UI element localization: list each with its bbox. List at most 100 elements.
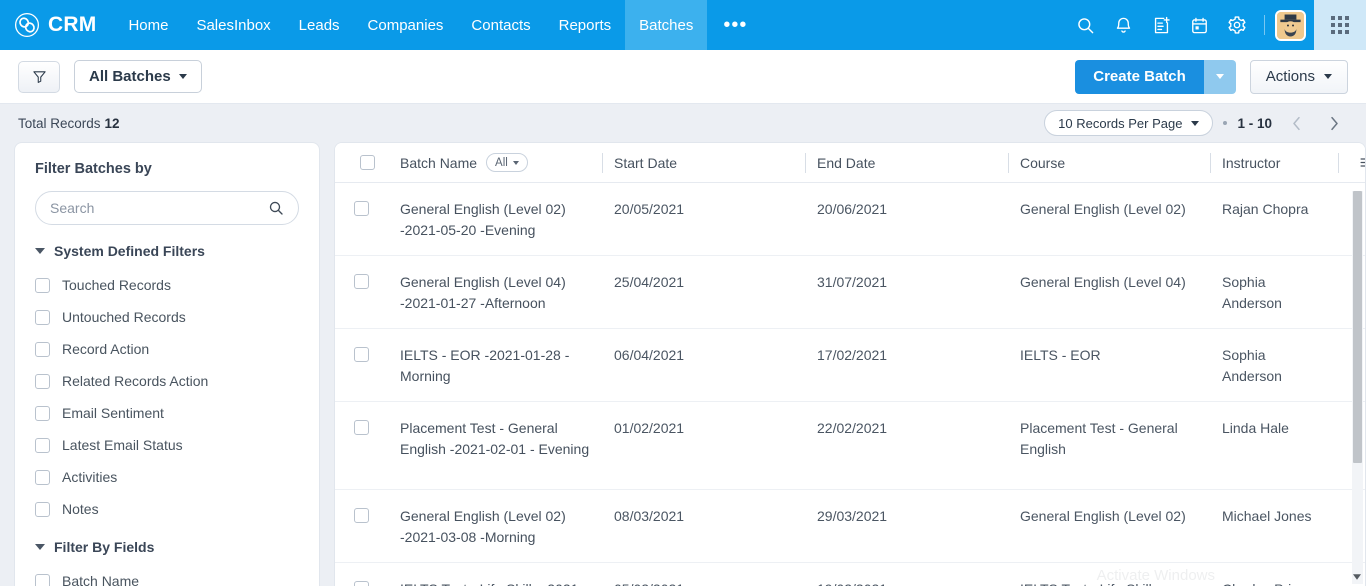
row-checkbox-cell[interactable]: [335, 490, 388, 562]
cell-course: IELTS Test - Life Skills: [1008, 563, 1210, 586]
sidebar-search[interactable]: [35, 191, 299, 225]
column-header-instructor[interactable]: Instructor: [1210, 143, 1338, 183]
row-checkbox-cell[interactable]: [335, 256, 388, 328]
cell-course: IELTS - EOR: [1020, 347, 1101, 363]
cell-batch-name[interactable]: General English (Level 02) -2021-03-08 -…: [388, 490, 602, 562]
nav-item-home[interactable]: Home: [114, 0, 182, 50]
nav-item-contacts[interactable]: Contacts: [457, 0, 544, 50]
checkbox[interactable]: [354, 420, 369, 435]
filter-latest-email-status[interactable]: Latest Email Status: [35, 429, 299, 461]
checkbox[interactable]: [354, 347, 369, 362]
column-label: Batch Name: [400, 154, 478, 171]
filter-notes[interactable]: Notes: [35, 493, 299, 525]
cell-start-date: 25/04/2021: [614, 274, 685, 290]
chevron-down-icon: [512, 160, 519, 165]
column-header-batch-name[interactable]: Batch Name All: [388, 143, 602, 183]
filter-email-sentiment[interactable]: Email Sentiment: [35, 397, 299, 429]
column-label: Instructor: [1222, 154, 1281, 171]
apps-grid-icon[interactable]: [1314, 0, 1366, 50]
checkbox[interactable]: [354, 581, 369, 586]
search-input[interactable]: [50, 200, 268, 216]
nav-item-companies[interactable]: Companies: [354, 0, 458, 50]
row-checkbox-cell[interactable]: [335, 402, 388, 489]
sliders-icon[interactable]: [1338, 143, 1365, 183]
group-system-defined-filters[interactable]: System Defined Filters: [35, 243, 299, 259]
filter-label: Untouched Records: [62, 309, 186, 325]
gear-icon[interactable]: [1218, 0, 1256, 50]
next-page-button[interactable]: [1320, 109, 1348, 137]
table-row[interactable]: Placement Test - General English -2021-0…: [335, 402, 1365, 490]
filter-label: Activities: [62, 469, 118, 485]
cell-instructor: Charles Prince: [1210, 563, 1338, 586]
column-header-start-date[interactable]: Start Date: [602, 143, 805, 183]
row-checkbox-cell[interactable]: [335, 183, 388, 255]
nav-more-button[interactable]: •••: [707, 0, 763, 50]
select-all-checkbox-cell[interactable]: [335, 143, 388, 183]
checkbox[interactable]: [35, 469, 50, 485]
checkbox[interactable]: [35, 277, 50, 293]
actions-button[interactable]: Actions: [1249, 59, 1348, 94]
filter-batch-name[interactable]: Batch Name: [35, 565, 299, 586]
cell-course: General English (Level 04): [1020, 274, 1186, 290]
table-row[interactable]: General English (Level 02) -2021-05-20 -…: [335, 183, 1365, 256]
filter-related-records-action[interactable]: Related Records Action: [35, 365, 299, 397]
row-checkbox-cell[interactable]: [335, 563, 388, 586]
checkbox[interactable]: [35, 373, 50, 389]
search-icon[interactable]: [268, 200, 284, 216]
filter-activities[interactable]: Activities: [35, 461, 299, 493]
nav-item-salesinbox[interactable]: SalesInbox: [182, 0, 284, 50]
checkbox[interactable]: [354, 201, 369, 216]
create-batch-button[interactable]: Create Batch: [1075, 59, 1204, 94]
funnel-icon[interactable]: [18, 60, 60, 93]
table-row[interactable]: General English (Level 04) -2021-01-27 -…: [335, 256, 1365, 329]
brand-logo-area[interactable]: CRM: [0, 12, 114, 38]
table-row[interactable]: IELTS - EOR -2021-01-28 - Morning 06/04/…: [335, 329, 1365, 402]
table-scrollbar[interactable]: [1352, 191, 1363, 584]
sidebar-title: Filter Batches by: [35, 161, 152, 177]
cell-batch-name[interactable]: IELTS - EOR -2021-01-28 - Morning: [388, 329, 602, 401]
checkbox[interactable]: [35, 437, 50, 453]
checkbox[interactable]: [35, 573, 50, 586]
cell-course: General English (Level 02): [1020, 508, 1186, 524]
column-header-course[interactable]: Course: [1008, 143, 1210, 183]
filter-touched-records[interactable]: Touched Records: [35, 269, 299, 301]
previous-page-button[interactable]: [1282, 109, 1310, 137]
row-checkbox-cell[interactable]: [335, 329, 388, 401]
checkbox[interactable]: [354, 508, 369, 523]
column-label: End Date: [817, 154, 876, 171]
records-per-page-dropdown[interactable]: 10 Records Per Page: [1044, 110, 1214, 136]
filter-untouched-records[interactable]: Untouched Records: [35, 301, 299, 333]
scroll-down-arrow-icon[interactable]: [1351, 571, 1362, 583]
checkbox[interactable]: [35, 309, 50, 325]
create-batch-dropdown-toggle[interactable]: [1203, 59, 1236, 94]
filter-record-action[interactable]: Record Action: [35, 333, 299, 365]
calendar-icon[interactable]: [1180, 0, 1218, 50]
table-row[interactable]: IELTS Test - Life Skills -2021-02-05 -Af…: [335, 563, 1365, 586]
view-selector-dropdown[interactable]: All Batches: [74, 60, 202, 93]
cell-batch-name[interactable]: General English (Level 02) -2021-05-20 -…: [388, 183, 602, 255]
scrollbar-thumb[interactable]: [1353, 191, 1362, 463]
cell-batch-name[interactable]: General English (Level 04) -2021-01-27 -…: [388, 256, 602, 328]
nav-divider: [1264, 15, 1265, 35]
table-row[interactable]: General English (Level 02) -2021-03-08 -…: [335, 490, 1365, 563]
nav-item-reports[interactable]: Reports: [545, 0, 626, 50]
checkbox[interactable]: [35, 501, 50, 517]
checkbox[interactable]: [35, 341, 50, 357]
nav-item-batches[interactable]: Batches: [625, 0, 708, 50]
batch-name-filter-pill[interactable]: All: [486, 153, 528, 172]
cell-batch-name[interactable]: Placement Test - General English -2021-0…: [388, 402, 602, 489]
checkbox[interactable]: [35, 405, 50, 421]
page-range-label: 1 - 10: [1237, 115, 1272, 131]
column-header-end-date[interactable]: End Date: [805, 143, 1008, 183]
checkbox[interactable]: [354, 274, 369, 289]
group-filter-by-fields[interactable]: Filter By Fields: [35, 539, 299, 555]
bell-icon[interactable]: [1104, 0, 1142, 50]
search-icon[interactable]: [1066, 0, 1104, 50]
avatar[interactable]: [1275, 9, 1306, 41]
nav-item-leads[interactable]: Leads: [285, 0, 354, 50]
cell-batch-name[interactable]: IELTS Test - Life Skills -2021-02-05 -Af…: [388, 563, 602, 586]
chevron-down-icon: [178, 74, 187, 79]
note-add-icon[interactable]: [1142, 0, 1180, 50]
cell-end-date: 20/06/2021: [817, 201, 888, 217]
checkbox[interactable]: [360, 155, 375, 170]
